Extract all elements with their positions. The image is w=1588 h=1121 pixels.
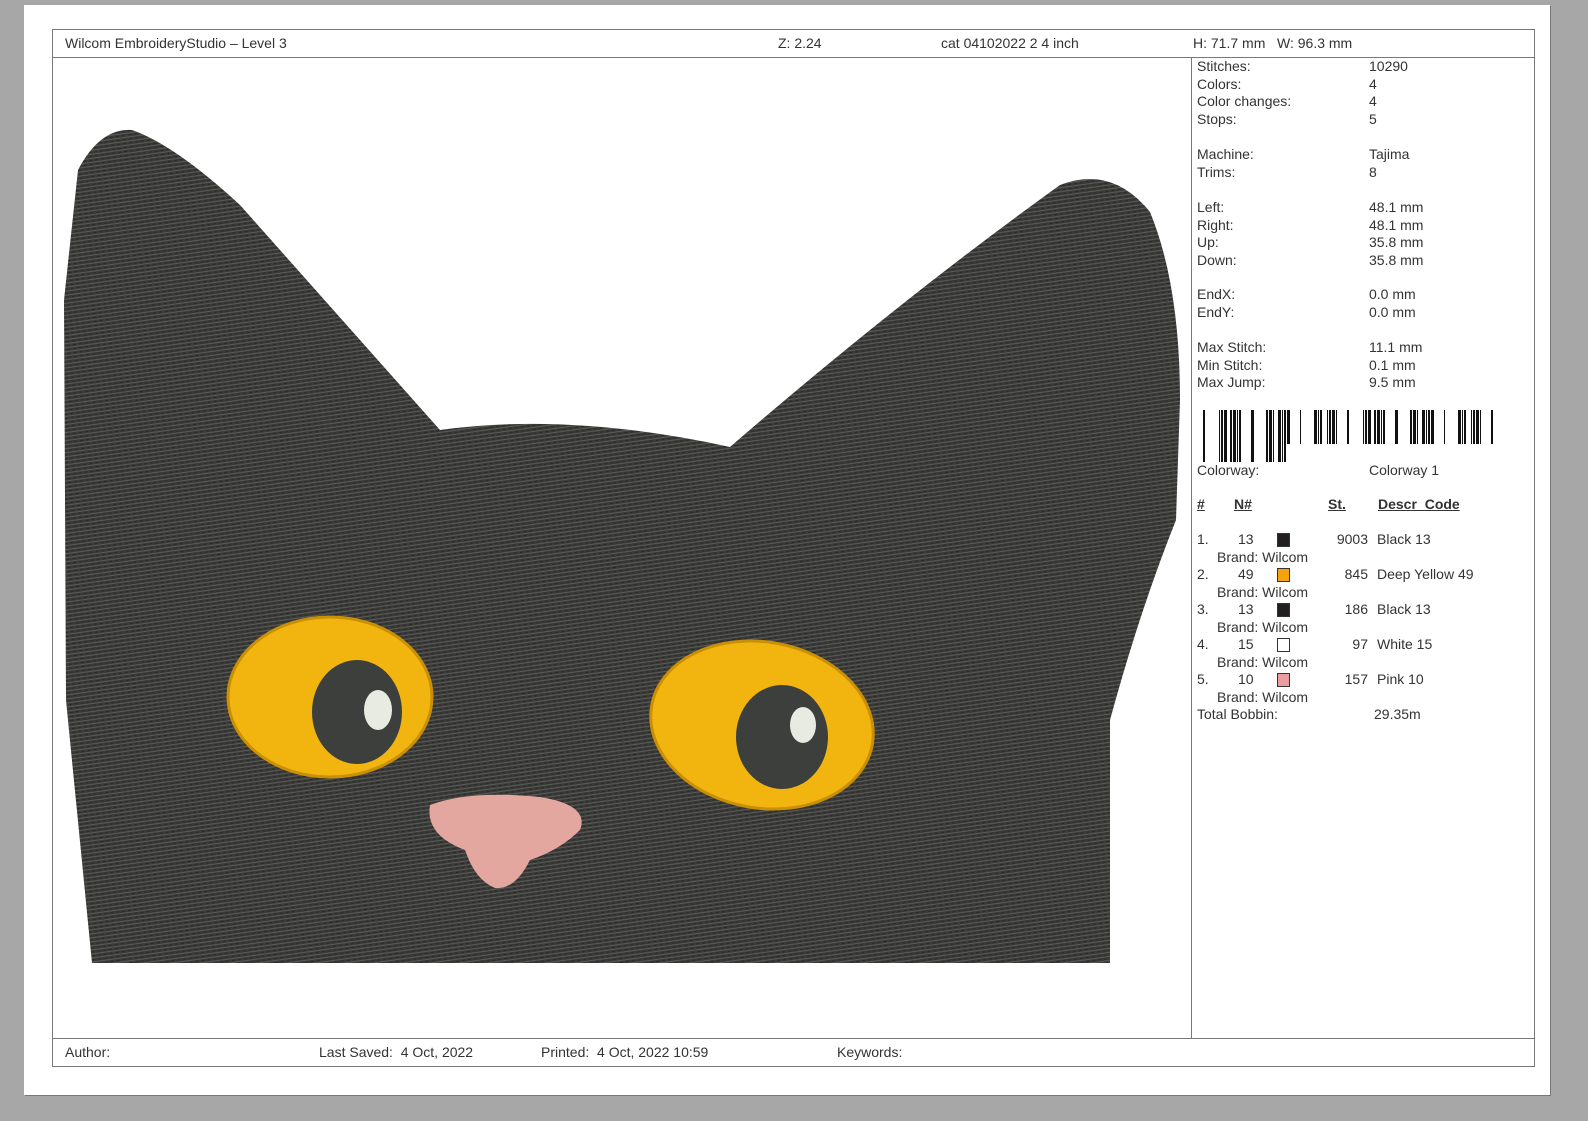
thread-description: White 15 xyxy=(1377,636,1433,652)
col-header-stitches: St. xyxy=(1328,496,1346,512)
printed-date: Printed: 4 Oct, 2022 10:59 xyxy=(541,1044,709,1060)
thread-number: 13 xyxy=(1238,601,1254,617)
app-title: Wilcom EmbroideryStudio – Level 3 xyxy=(65,35,287,51)
stat-value: 0.0 mm xyxy=(1369,303,1416,320)
stat-row: Machine: Tajima xyxy=(1197,146,1527,164)
thread-stitches: 845 xyxy=(1344,566,1368,582)
stat-label: Trims: xyxy=(1197,163,1236,180)
stat-label: Stitches: xyxy=(1197,58,1251,74)
stat-value: 48.1 mm xyxy=(1369,216,1424,233)
stat-label: Max Stitch: xyxy=(1197,339,1267,355)
stat-value: 0.1 mm xyxy=(1369,356,1416,373)
colorway-row: Colorway: Colorway 1 xyxy=(1197,462,1527,480)
stat-row: Left: 48.1 mm xyxy=(1197,199,1527,217)
stat-value: 11.1 mm xyxy=(1369,339,1423,355)
stat-row: Min Stitch: 0.1 mm xyxy=(1197,357,1527,375)
stat-value: 48.1 mm xyxy=(1369,199,1424,215)
design-name: cat 04102022 2 4 inch xyxy=(941,35,1079,51)
author: Author: xyxy=(65,1044,111,1060)
footer-bar: Author: Last Saved: 4 Oct, 2022 Printed:… xyxy=(53,1038,1534,1066)
design-info-frame: Wilcom EmbroideryStudio – Level 3 Z: 2.2… xyxy=(52,29,1535,1067)
stat-row: EndX: 0.0 mm xyxy=(1197,286,1527,304)
stat-label: Stops: xyxy=(1197,110,1237,127)
bobbin-label: Total Bobbin: xyxy=(1197,706,1278,722)
stat-label: Machine: xyxy=(1197,146,1254,162)
thread-number: 10 xyxy=(1238,671,1254,687)
thread-number: 49 xyxy=(1238,566,1254,582)
thread-description: Black 13 xyxy=(1377,531,1431,547)
col-header-number: N# xyxy=(1234,496,1252,512)
thread-color-swatch xyxy=(1277,638,1290,652)
thread-number: 13 xyxy=(1238,531,1254,547)
stat-row: Up: 35.8 mm xyxy=(1197,234,1527,252)
stat-value: 4 xyxy=(1369,75,1377,92)
col-header-descr: Descr_Code xyxy=(1378,496,1460,512)
bobbin-value: 29.35m xyxy=(1374,706,1421,722)
stat-row: Stops: 5 xyxy=(1197,111,1527,129)
stat-value: Tajima xyxy=(1369,146,1410,162)
thread-brand: Brand: Wilcom xyxy=(1217,689,1309,705)
thread-brand: Brand: Wilcom xyxy=(1217,549,1309,565)
stat-value: 8 xyxy=(1369,163,1377,180)
stat-row: Color changes: 4 xyxy=(1197,93,1527,111)
stat-row: Down: 35.8 mm xyxy=(1197,252,1527,270)
thread-stitches: 157 xyxy=(1344,671,1368,687)
thread-brand: Brand: Wilcom xyxy=(1217,654,1309,670)
colorway-label: Colorway: xyxy=(1197,462,1260,478)
thread-description: Black 13 xyxy=(1377,601,1431,617)
thread-stitches: 186 xyxy=(1344,601,1368,617)
thread-stitches: 97 xyxy=(1352,636,1368,652)
col-header-index: # xyxy=(1197,496,1205,512)
thread-color-swatch xyxy=(1277,673,1290,687)
stat-value: 9.5 mm xyxy=(1369,374,1416,390)
barcode xyxy=(1203,410,1493,462)
thread-index: 2. xyxy=(1197,566,1209,582)
bobbin-row: Total Bobbin: 29.35m xyxy=(1197,706,1527,724)
thread-index: 1. xyxy=(1197,531,1209,547)
stat-label: Max Jump: xyxy=(1197,374,1266,390)
stat-value: 0.0 mm xyxy=(1369,286,1416,302)
stat-row: Trims: 8 xyxy=(1197,164,1527,182)
thread-index: 5. xyxy=(1197,671,1209,687)
design-stats-panel: Stitches: 10290 Colors: 4 Color changes: 4 Sto… xyxy=(1191,58,1534,1038)
thread-description: Pink 10 xyxy=(1377,671,1424,687)
stat-label: EndY: xyxy=(1197,303,1235,320)
zoom-level: Z: 2.24 xyxy=(778,35,822,51)
thread-brand: Brand: Wilcom xyxy=(1217,619,1309,635)
stat-value: 35.8 mm xyxy=(1369,234,1424,250)
thread-color-swatch xyxy=(1277,568,1290,582)
thread-index: 4. xyxy=(1197,636,1209,652)
stat-label: Left: xyxy=(1197,199,1225,215)
stat-label: Up: xyxy=(1197,234,1219,250)
thread-index: 3. xyxy=(1197,601,1209,617)
stat-label: Right: xyxy=(1197,216,1234,233)
stat-value: 4 xyxy=(1369,93,1377,109)
stat-row: Max Jump: 9.5 mm xyxy=(1197,374,1527,392)
stat-row: Max Stitch: 11.1 mm xyxy=(1197,339,1527,357)
header-bar: Wilcom EmbroideryStudio – Level 3 Z: 2.2… xyxy=(53,30,1534,58)
thread-description: Deep Yellow 49 xyxy=(1377,566,1474,582)
stat-label: Color changes: xyxy=(1197,93,1292,109)
keywords: Keywords: xyxy=(837,1044,903,1060)
thread-color-swatch xyxy=(1277,533,1290,547)
stat-label: Min Stitch: xyxy=(1197,356,1263,373)
stat-value: 5 xyxy=(1369,110,1377,127)
stat-row: Right: 48.1 mm xyxy=(1197,217,1527,235)
stat-label: Down: xyxy=(1197,251,1237,268)
stat-row: Stitches: 10290 xyxy=(1197,58,1527,76)
thread-brand: Brand: Wilcom xyxy=(1217,584,1309,600)
colorway-value: Colorway 1 xyxy=(1369,462,1440,478)
stat-value: 35.8 mm xyxy=(1369,251,1424,268)
last-saved: Last Saved: 4 Oct, 2022 xyxy=(319,1044,474,1060)
thread-stitches: 9003 xyxy=(1336,531,1368,547)
stat-row: EndY: 0.0 mm xyxy=(1197,304,1527,322)
design-size: H: 71.7 mm W: 96.3 mm xyxy=(1193,35,1353,51)
stat-value: 10290 xyxy=(1369,58,1408,74)
stat-row: Colors: 4 xyxy=(1197,76,1527,94)
thread-color-swatch xyxy=(1277,603,1290,617)
stat-label: Colors: xyxy=(1197,75,1242,92)
thread-number: 15 xyxy=(1238,636,1254,652)
stat-label: EndX: xyxy=(1197,286,1236,302)
